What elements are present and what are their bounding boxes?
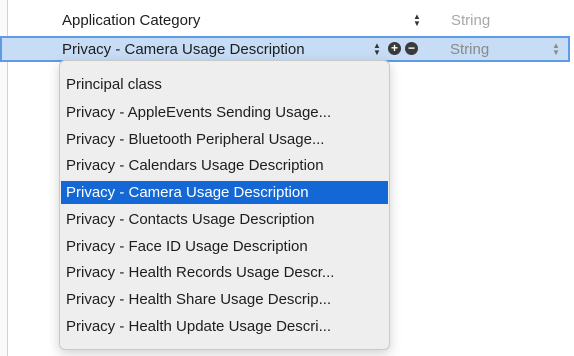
plist-key-field[interactable]: Privacy - Camera Usage Description (62, 41, 305, 58)
key-dropdown-menu: Principal class Privacy - AppleEvents Se… (59, 60, 390, 350)
plist-type: String (451, 11, 491, 29)
menu-item[interactable]: Privacy - Bluetooth Peripheral Usage... (61, 128, 388, 151)
plist-row-camera-usage[interactable]: Privacy - Camera Usage Description ▲ ▼ + … (0, 36, 570, 62)
menu-item[interactable]: Principal class (61, 73, 388, 96)
plus-circle-icon[interactable]: + (388, 42, 401, 55)
menu-item[interactable]: Privacy - Health Share Usage Descrip... (61, 288, 388, 311)
up-down-chevron-icon[interactable]: ▲ ▼ (372, 41, 382, 57)
menu-item[interactable]: Privacy - Contacts Usage Description (61, 208, 388, 231)
menu-item[interactable]: Privacy - AppleEvents Sending Usage... (61, 101, 388, 124)
plist-type-field[interactable]: String (450, 41, 489, 58)
up-down-chevron-icon[interactable]: ▲ ▼ (412, 12, 422, 28)
menu-item[interactable]: Privacy - Calendars Usage Description (61, 154, 388, 177)
menu-item[interactable]: Privacy - Health Records Usage Descr... (61, 261, 388, 284)
menu-item[interactable]: Privacy - Health Update Usage Descri... (61, 315, 388, 338)
menu-item[interactable]: Privacy - Face ID Usage Description (61, 235, 388, 258)
plist-row-application-category[interactable]: Application Category ▲ ▼ String (0, 8, 574, 32)
plist-key: Application Category (62, 11, 201, 29)
minus-circle-icon[interactable]: − (405, 42, 418, 55)
up-down-chevron-icon[interactable]: ▲ ▼ (551, 41, 561, 57)
menu-item-selected[interactable]: Privacy - Camera Usage Description (61, 181, 388, 204)
